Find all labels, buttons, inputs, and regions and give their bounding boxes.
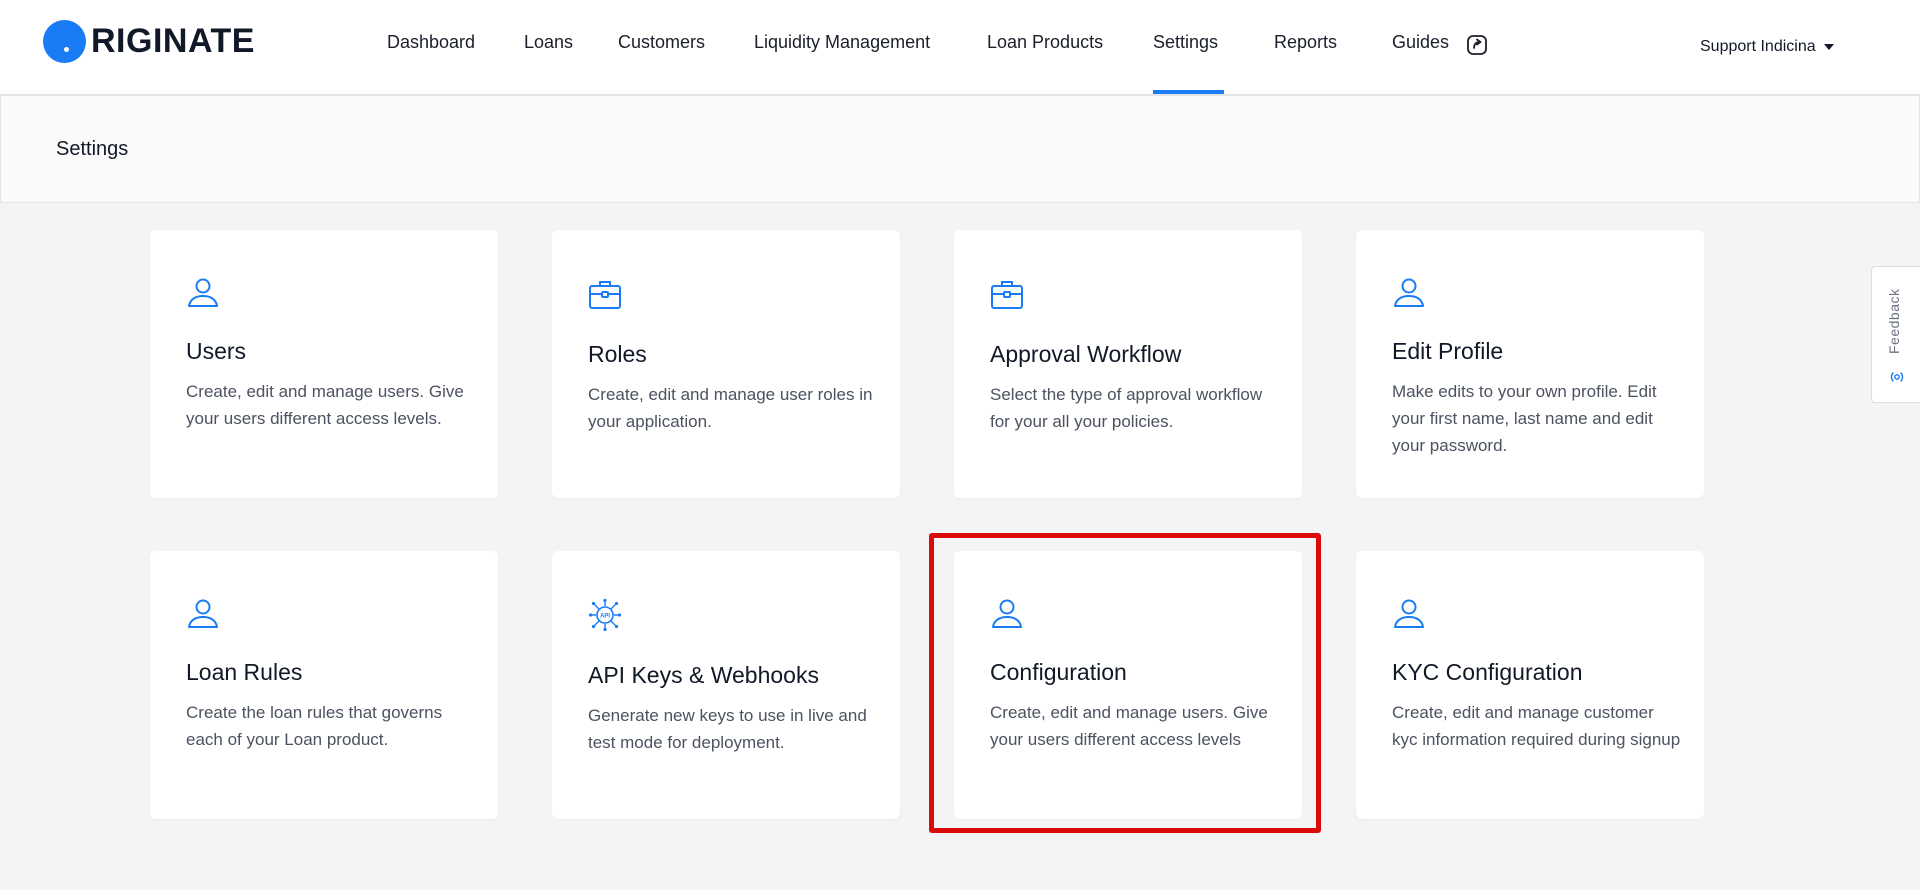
settings-card-api-keys-webhooks[interactable]: API API Keys & Webhooks Generate new key… [552,551,900,819]
card-title: Edit Profile [1392,338,1504,364]
card-description: Make edits to your own profile. Edit you… [1392,382,1657,455]
user-menu[interactable]: Support Indicina [1700,38,1834,56]
settings-card-edit-profile[interactable]: Edit Profile Make edits to your own prof… [1356,230,1704,498]
card-description: Create, edit and manage users. Give your… [990,703,1268,749]
user-name: Support Indicina [1700,38,1816,55]
top-navigation-bar: RIGINATE Dashboard Loans Customers Liqui… [0,0,1920,95]
nav-item-liquidity-management[interactable]: Liquidity Management [754,32,930,53]
nav-item-loan-products[interactable]: Loan Products [987,32,1103,53]
active-tab-indicator [1153,90,1224,94]
card-description: Create the loan rules that governs each … [186,703,443,749]
user-icon [188,599,218,628]
external-link-icon[interactable] [1465,33,1489,57]
card-description: Generate new keys to use in live and tes… [588,706,867,752]
card-title: Users [186,338,247,364]
api-icon: API [588,598,622,632]
nav-item-guides[interactable]: Guides [1392,32,1449,53]
briefcase-icon [589,281,621,309]
feedback-label: Feedback [1886,288,1902,354]
card-description: Create, edit and manage user roles in yo… [588,385,873,431]
page-header: Settings [0,95,1920,203]
user-icon [1394,599,1424,628]
settings-card-roles[interactable]: Roles Create, edit and manage user roles… [552,230,900,498]
nav-item-customers[interactable]: Customers [618,32,705,53]
nav-item-settings[interactable]: Settings [1153,32,1218,53]
settings-card-users[interactable]: Users Create, edit and manage users. Giv… [150,230,498,498]
card-title: KYC Configuration [1392,659,1583,685]
user-icon [1394,278,1424,307]
card-title: Configuration [990,659,1127,685]
settings-card-kyc-configuration[interactable]: KYC Configuration Create, edit and manag… [1356,551,1704,819]
settings-card-loan-rules[interactable]: Loan Rules Create the loan rules that go… [150,551,498,819]
svg-text:API: API [600,614,610,620]
card-title: Approval Workflow [990,341,1182,367]
settings-card-approval-workflow[interactable]: Approval Workflow Select the type of app… [954,230,1302,498]
card-title: Roles [588,341,647,367]
nav-item-dashboard[interactable]: Dashboard [387,32,475,53]
card-description: Select the type of approval workflow for… [990,385,1263,431]
user-icon [992,599,1022,628]
caret-down-icon [1823,43,1834,50]
briefcase-icon [991,281,1023,309]
card-description: Create, edit and manage customer kyc inf… [1392,703,1681,749]
nav-item-reports[interactable]: Reports [1274,32,1337,53]
broadcast-icon [1890,372,1904,382]
main-nav: Dashboard Loans Customers Liquidity Mana… [0,0,1920,95]
card-description: Create, edit and manage users. Give your… [186,382,464,428]
feedback-tab[interactable]: Feedback [1871,266,1920,403]
settings-card-configuration[interactable]: Configuration Create, edit and manage us… [954,551,1302,819]
card-title: Loan Rules [186,659,303,685]
card-title: API Keys & Webhooks [588,662,819,688]
user-icon [188,278,218,307]
nav-item-loans[interactable]: Loans [524,32,573,53]
page-title: Settings [56,138,129,160]
